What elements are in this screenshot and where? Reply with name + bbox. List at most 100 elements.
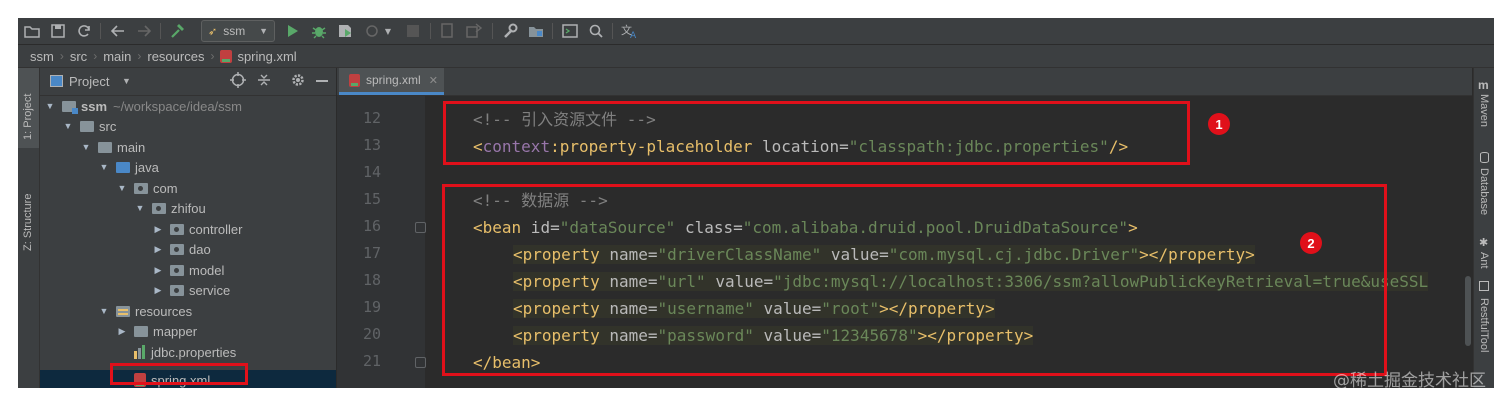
line-number-gutter: 12 13 14 15 16 17 18 19 20 21: [337, 96, 426, 388]
wrench-icon[interactable]: [500, 21, 520, 41]
tree-item-label: src: [99, 118, 117, 134]
annotation-badge-2: 2: [1300, 232, 1322, 254]
resources-folder-icon: [116, 305, 130, 317]
expand-arrow-icon[interactable]: ▼: [62, 121, 74, 131]
line-number: 21: [362, 352, 381, 370]
collapse-arrow-icon[interactable]: ▶: [152, 224, 164, 235]
tree-item-resources[interactable]: ▼ resources: [98, 301, 193, 321]
tree-item-java[interactable]: ▼ java: [98, 157, 159, 177]
chevron-down-icon[interactable]: ▼: [383, 21, 393, 41]
maven-icon: m: [1478, 78, 1489, 92]
structure-tool-button[interactable]: Z: Structure: [18, 173, 39, 253]
save-icon[interactable]: [48, 21, 68, 41]
search-icon[interactable]: [586, 21, 606, 41]
run-configuration-select[interactable]: ➶ ssm ▼: [201, 20, 275, 42]
tool-window-restfultool[interactable]: RestfulTool: [1478, 298, 1490, 352]
module-folder-icon: [62, 100, 78, 114]
tree-item-dao[interactable]: ▶ dao: [152, 239, 211, 259]
tree-item-mapper[interactable]: ▶ mapper: [116, 321, 198, 341]
line-number: 16: [362, 217, 381, 235]
forward-arrow-icon[interactable]: [134, 21, 154, 41]
expand-arrow-icon[interactable]: ▼: [44, 101, 56, 111]
tree-item-controller[interactable]: ▶ controller: [152, 219, 243, 239]
package-icon: [152, 202, 166, 214]
database-icon: [1480, 152, 1489, 163]
tree-item-label: dao: [189, 241, 211, 257]
properties-file-icon: [134, 345, 146, 359]
breadcrumb-item[interactable]: resources: [147, 49, 204, 64]
watermark: @稀土掘金技术社区: [1333, 371, 1486, 391]
editor-tab-bar: spring.xml ✕: [337, 68, 1472, 96]
build-hammer-icon[interactable]: [168, 21, 188, 41]
annotation-box-spring-xml: [110, 363, 248, 385]
source-folder-icon: [116, 161, 130, 173]
tree-item-model[interactable]: ▶ model: [152, 260, 225, 280]
expand-arrow-icon[interactable]: ▼: [134, 203, 146, 213]
tree-item-ssm[interactable]: ▼ ssm ~/workspace/idea/ssm: [44, 96, 242, 116]
run-icon[interactable]: [283, 21, 303, 41]
collapse-all-icon[interactable]: [256, 72, 272, 91]
debug-icon[interactable]: [309, 21, 329, 41]
project-panel-header: Project ▼: [40, 68, 336, 96]
tree-item-main[interactable]: ▼ main: [80, 137, 146, 157]
tree-item-label: mapper: [153, 323, 198, 339]
profile-icon[interactable]: [363, 21, 383, 41]
collapse-arrow-icon[interactable]: ▶: [152, 265, 164, 276]
structure-tool-label: Z: Structure: [22, 193, 34, 251]
tab-label: spring.xml: [366, 73, 421, 87]
tree-item-label: java: [135, 159, 159, 175]
left-tool-strip: 1: Project Z: Structure: [18, 68, 40, 388]
expand-arrow-icon[interactable]: ▼: [116, 183, 128, 193]
expand-arrow-icon[interactable]: ▼: [80, 142, 92, 152]
close-icon[interactable]: ✕: [429, 74, 438, 87]
stop-icon[interactable]: [403, 21, 423, 41]
tree-item-service[interactable]: ▶ service: [152, 280, 231, 300]
tree-item-label: controller: [189, 221, 243, 237]
tree-item-src[interactable]: ▼ src: [62, 116, 117, 136]
translate-icon[interactable]: 文A: [620, 21, 640, 41]
coverage-icon[interactable]: [335, 21, 355, 41]
tool-window-database[interactable]: Database: [1478, 168, 1490, 215]
expand-arrow-icon[interactable]: ▼: [98, 306, 110, 316]
project-tool-button[interactable]: 1: Project: [18, 68, 39, 148]
hide-panel-icon[interactable]: [316, 80, 328, 82]
collapse-arrow-icon[interactable]: ▶: [152, 285, 164, 296]
config-icon: ➶: [208, 25, 218, 38]
structure-icon[interactable]: [438, 21, 458, 41]
breadcrumb-item[interactable]: ssm: [30, 49, 54, 64]
expand-arrow-icon[interactable]: ▼: [98, 162, 110, 172]
locate-icon[interactable]: [230, 72, 246, 91]
editor-scrollbar[interactable]: [1465, 276, 1471, 346]
back-arrow-icon[interactable]: [108, 21, 128, 41]
project-view-title[interactable]: Project: [69, 74, 109, 89]
tool-window-maven[interactable]: Maven: [1478, 94, 1490, 127]
line-number: 19: [362, 298, 381, 316]
project-view-icon: [50, 75, 63, 87]
tree-item-label: resources: [135, 303, 193, 319]
tree-item-com[interactable]: ▼ com: [116, 178, 178, 198]
tree-item-label: ssm: [81, 98, 108, 114]
collapse-arrow-icon[interactable]: ▶: [152, 244, 164, 255]
folder-open-icon[interactable]: [22, 21, 42, 41]
deploy-icon[interactable]: [464, 21, 484, 41]
xml-file-icon: [349, 73, 360, 87]
xml-file-icon: [220, 49, 233, 63]
package-icon: [170, 243, 184, 255]
tree-item-label: jdbc.properties: [151, 344, 237, 360]
tree-item-zhifou[interactable]: ▼ zhifou: [134, 198, 206, 218]
tree-item-jdbc-properties[interactable]: jdbc.properties: [134, 342, 236, 362]
chevron-right-icon: ›: [93, 49, 98, 63]
collapse-arrow-icon[interactable]: ▶: [116, 326, 128, 337]
chevron-down-icon[interactable]: ▼: [122, 76, 131, 86]
sync-icon[interactable]: [74, 21, 94, 41]
breadcrumb-item[interactable]: spring.xml: [237, 49, 296, 64]
gear-icon[interactable]: [290, 72, 306, 91]
breadcrumb-item[interactable]: src: [70, 49, 87, 64]
terminal-icon[interactable]: [560, 21, 580, 41]
breadcrumb-item[interactable]: main: [103, 49, 131, 64]
line-number: 12: [362, 109, 381, 127]
tab-spring-xml[interactable]: spring.xml ✕: [339, 68, 444, 95]
package-icon: [170, 284, 184, 296]
project-structure-icon[interactable]: [526, 21, 546, 41]
tool-window-ant[interactable]: Ant: [1478, 252, 1490, 269]
